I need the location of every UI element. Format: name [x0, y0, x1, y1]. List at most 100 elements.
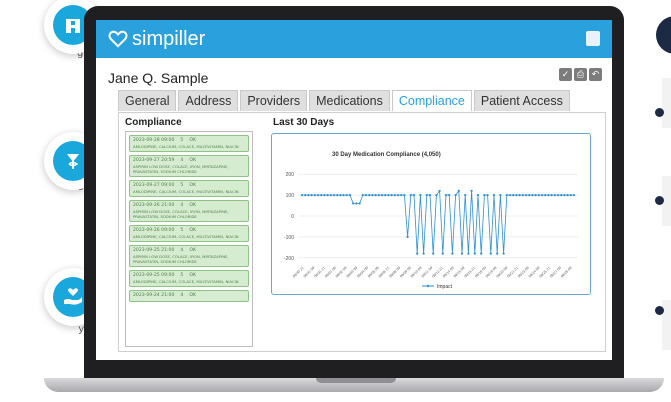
x-tick-label: 09/28 09	[560, 266, 573, 279]
data-point	[320, 193, 323, 197]
bullet-dot-1	[655, 108, 664, 117]
data-point	[358, 202, 361, 205]
app-screen: simpiller Jane Q. Sample ✓ ⎙ ↶ General A…	[96, 20, 612, 360]
data-point	[492, 193, 496, 197]
data-point	[396, 193, 400, 197]
tab-medications[interactable]: Medications	[309, 90, 390, 111]
compliance-entry-meds: ASPIRIN LOW DOSE, COLACE, IRON, MIRTAZAP…	[133, 209, 229, 219]
compliance-entry-header: 2023-09-24 21:00 4 OK	[133, 293, 245, 299]
tab-general[interactable]: General	[118, 90, 177, 111]
data-point	[467, 252, 470, 255]
y-tick-label: -100	[284, 235, 294, 241]
data-point	[384, 193, 387, 197]
compliance-entry-meds: AMLODIPINE, CALCIUM, COLACE, MULTIVITAMI…	[133, 279, 239, 284]
data-point	[422, 252, 425, 255]
compliance-entry-datetime: 2023-09-24 21:00	[133, 293, 175, 298]
data-point	[560, 193, 563, 197]
compliance-list[interactable]: 2023-09-28 09:00 5 OK AMLODIPINE, CALCIUM, …	[125, 131, 253, 347]
compliance-entry[interactable]: 2023-09-26 09:00 5 OK AMLODIPINE, CALCIUM, …	[129, 225, 249, 242]
tab-patient-access[interactable]: Patient Access	[473, 90, 570, 111]
user-icon[interactable]	[586, 31, 600, 46]
compliance-entry[interactable]: 2023-09-28 09:00 5 OK AMLODIPINE, CALCIUM, …	[129, 135, 249, 152]
tab-bar: General Address Providers Medications Co…	[118, 90, 570, 111]
data-point	[419, 193, 422, 197]
data-point	[406, 235, 409, 239]
tab-compliance[interactable]: Compliance	[391, 90, 472, 111]
data-point	[489, 252, 492, 255]
data-point	[348, 193, 352, 197]
data-point	[531, 193, 534, 197]
data-point	[432, 252, 435, 255]
compliance-entry-count: 5	[180, 183, 184, 188]
last-30-days-heading: Last 30 Days	[273, 117, 335, 128]
series-line-impact	[302, 189, 574, 254]
compliance-entry-meds: ASPIRIN LOW DOSE, COLACE, IRON, MIRTAZAP…	[133, 164, 229, 174]
chart-title: 30 Day Medication Compliance (4,050)	[332, 152, 441, 158]
data-point	[371, 193, 374, 197]
data-point	[553, 193, 556, 197]
laptop-notch	[316, 378, 396, 383]
data-point	[387, 193, 390, 197]
data-point	[512, 193, 515, 197]
compliance-entry-count: 5	[180, 138, 184, 143]
undo-icon[interactable]: ↶	[589, 68, 602, 81]
data-point	[502, 252, 505, 255]
compliance-panel: Compliance Last 30 Days 2023-09-28 09:00…	[118, 112, 606, 352]
left-feature-column: s e nt g. s d g s. t nt e y.	[0, 0, 92, 402]
data-point	[332, 193, 336, 197]
data-point	[336, 193, 339, 197]
compliance-entry-status: OK	[189, 203, 196, 208]
compliance-entry[interactable]: 2023-09-26 21:00 4 OK ASPIRIN LOW DOSE, COL…	[129, 200, 249, 222]
bullet-dot-2	[655, 196, 664, 205]
compliance-entry-count: 4	[180, 203, 184, 208]
compliance-entry-status: OK	[189, 158, 196, 163]
data-point	[556, 193, 560, 197]
data-point	[435, 193, 438, 197]
app-logo[interactable]: simpiller	[108, 28, 205, 51]
compliance-entry-count: 5	[180, 228, 184, 233]
data-point	[486, 193, 489, 197]
compliance-heading: Compliance	[125, 117, 182, 128]
data-point	[521, 193, 524, 197]
data-point	[403, 193, 406, 197]
data-point	[342, 193, 345, 197]
simpiller-heart-logo-icon	[108, 30, 128, 48]
data-point	[454, 193, 457, 197]
data-point	[534, 193, 537, 197]
tab-providers[interactable]: Providers	[240, 90, 308, 111]
print-icon[interactable]: ⎙	[574, 68, 587, 81]
compliance-entry-status: OK	[189, 248, 196, 253]
data-point	[425, 193, 428, 197]
patient-name: Jane Q. Sample	[108, 70, 209, 86]
data-point	[473, 252, 476, 255]
compliance-chart: 30 Day Medication Compliance (4,050) 200 1…	[271, 133, 591, 295]
data-point	[451, 252, 454, 255]
data-point	[393, 193, 396, 197]
data-point	[544, 193, 547, 197]
legend-label-impact: Impact	[437, 284, 453, 290]
y-tick-label: 0	[291, 214, 294, 220]
compliance-entry[interactable]: 2023-09-27 09:00 5 OK AMLODIPINE, CALCIUM, …	[129, 180, 249, 197]
compliance-entry[interactable]: 2023-09-25 09:00 5 OK AMLODIPINE, CALCIUM, …	[129, 270, 249, 287]
tab-address[interactable]: Address	[178, 90, 239, 111]
compliance-entry[interactable]: 2023-09-25 21:00 4 OK ASPIRIN LOW DOSE, COL…	[129, 245, 249, 267]
app-header: simpiller	[96, 20, 612, 58]
data-point	[352, 202, 355, 205]
data-point	[518, 193, 521, 197]
data-point	[550, 193, 553, 197]
data-point	[390, 193, 393, 197]
data-point	[364, 193, 368, 197]
data-point	[470, 189, 473, 193]
compliance-entry-status: OK	[189, 228, 196, 233]
compliance-entry-meds: AMLODIPINE, CALCIUM, COLACE, MULTIVITAMI…	[133, 234, 239, 239]
right-card-1	[662, 78, 671, 128]
compliance-entry-datetime: 2023-09-26 21:00	[133, 203, 175, 208]
compliance-entry[interactable]: 2023-09-27 20:59 4 OK ASPIRIN LOW DOSE, COL…	[129, 155, 249, 177]
data-point	[524, 193, 528, 197]
compliance-entry[interactable]: 2023-09-24 21:00 4 OK	[129, 290, 249, 302]
data-point	[409, 193, 412, 197]
data-point	[428, 193, 432, 197]
data-point	[515, 193, 518, 197]
compliance-entry-status: OK	[189, 183, 196, 188]
check-icon[interactable]: ✓	[559, 68, 572, 81]
